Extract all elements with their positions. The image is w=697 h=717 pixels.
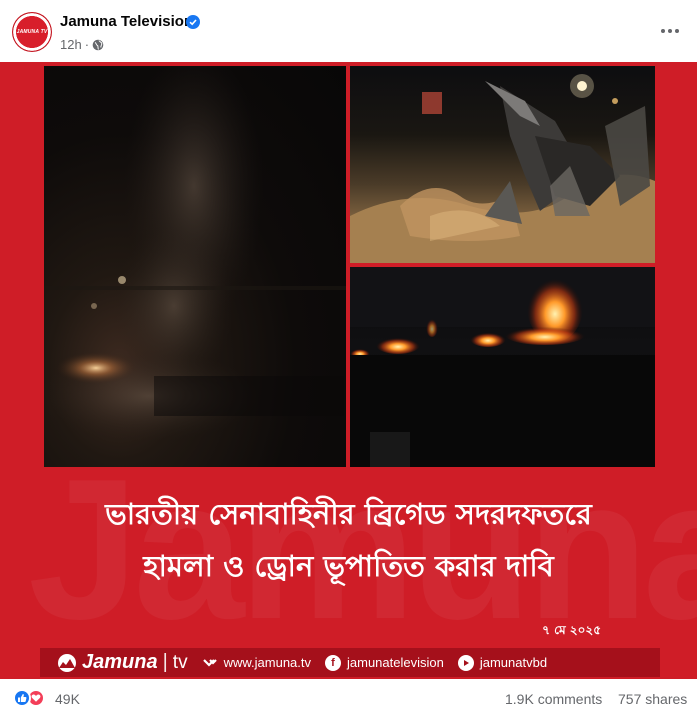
post-image[interactable]: Jamuna ভারতীয় সেনাবাহিনীর ব্রিগেড সদরদফ… bbox=[0, 62, 697, 679]
comments-count-link[interactable]: 1.9K comments bbox=[505, 691, 602, 707]
reactions-bar: 49K 1.9K comments 757 shares bbox=[0, 679, 697, 717]
jamuna-tv-logo: Jamuna | tv bbox=[56, 651, 188, 674]
like-reaction-icon bbox=[13, 689, 31, 707]
shares-count-link[interactable]: 757 shares bbox=[618, 691, 687, 707]
brand-footer-bar: Jamuna | tv www.jamuna.tv f jamunatelevi… bbox=[40, 648, 660, 677]
brand-name: Jamuna bbox=[82, 651, 158, 673]
globe-www-icon bbox=[202, 658, 217, 667]
page-name-link[interactable]: Jamuna Television bbox=[60, 13, 193, 30]
page-avatar[interactable]: JAMUNA TV bbox=[12, 12, 52, 52]
jamuna-logo-icon bbox=[58, 653, 76, 672]
youtube-handle-text: jamunatvbd bbox=[479, 655, 548, 670]
youtube-icon bbox=[457, 654, 474, 671]
website-text: www.jamuna.tv bbox=[223, 655, 311, 670]
youtube-handle: jamunatvbd bbox=[457, 654, 548, 671]
photo-smoke-night bbox=[44, 66, 346, 467]
facebook-handle-text: jamunatelevision bbox=[347, 655, 444, 670]
verified-badge-icon bbox=[186, 15, 200, 29]
more-options-button[interactable] bbox=[654, 20, 686, 42]
avatar-logo-text: JAMUNA TV bbox=[16, 29, 48, 35]
facebook-icon: f bbox=[325, 654, 341, 671]
post-image-date: ৭ মে ২০২৫ bbox=[542, 623, 601, 637]
photo-drone-wreckage bbox=[350, 66, 655, 263]
brand-suffix: tv bbox=[172, 651, 188, 673]
brand-separator: | bbox=[162, 651, 168, 673]
reaction-count[interactable]: 49K bbox=[55, 691, 80, 707]
website-link: www.jamuna.tv bbox=[202, 655, 311, 671]
post-headline: ভারতীয় সেনাবাহিনীর ব্রিগেড সদরদফতরে হাম… bbox=[0, 488, 697, 592]
post-header: JAMUNA TV Jamuna Television 12h · bbox=[0, 0, 697, 62]
post-meta: 12h · bbox=[60, 37, 104, 52]
headline-line-1: ভারতীয় সেনাবাহিনীর ব্রিগেড সদরদফতরে bbox=[105, 497, 592, 531]
meta-separator: · bbox=[84, 37, 90, 52]
post-timestamp[interactable]: 12h bbox=[60, 37, 82, 52]
facebook-handle: f jamunatelevision bbox=[325, 654, 444, 671]
photo-fires-night bbox=[350, 267, 655, 467]
more-options-icon bbox=[661, 29, 679, 33]
globe-icon bbox=[92, 39, 104, 50]
headline-line-2: হামলা ও ড্রোন ভূপাতিত করার দাবি bbox=[143, 549, 554, 583]
reaction-icons[interactable] bbox=[13, 689, 45, 707]
